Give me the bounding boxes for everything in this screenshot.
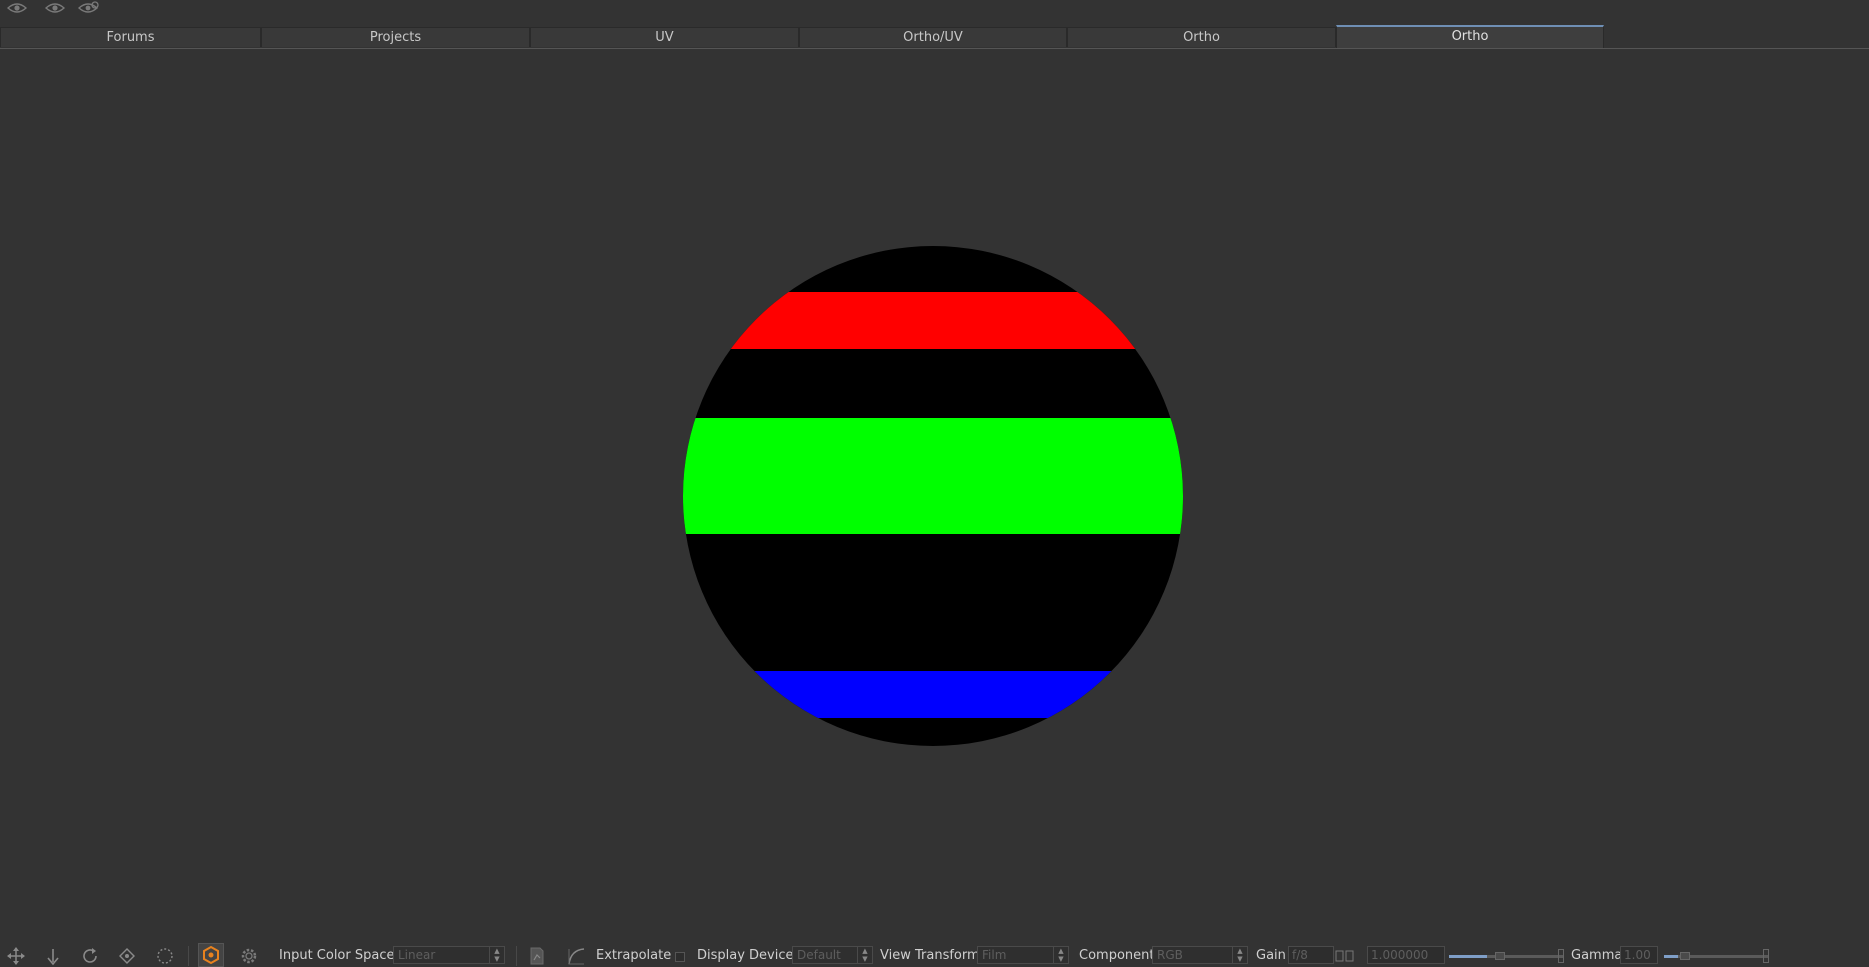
display-device-value: Default (797, 948, 841, 962)
tab-label: Ortho (1183, 30, 1220, 45)
bottom-toolbar: Input Color Space Linear ▲ ▼ Extrapolate … (0, 940, 1869, 967)
tab-forums[interactable]: Forums (0, 27, 261, 47)
gamma-slider[interactable] (1664, 947, 1769, 965)
display-device-label: Display Device (697, 948, 794, 963)
tab-ortho[interactable]: Ortho (1067, 27, 1336, 47)
green-band (683, 418, 1183, 534)
input-color-space-select[interactable]: Linear ▲ ▼ (393, 946, 505, 964)
gamma-slider-end-icon (1763, 949, 1769, 963)
gain-step-icon[interactable] (1335, 948, 1355, 964)
gamma-label: Gamma (1571, 948, 1623, 963)
viewport-canvas[interactable] (0, 49, 1869, 940)
input-color-space-value: Linear (398, 948, 436, 962)
component-value: RGB (1157, 948, 1183, 962)
gamma-slider-fill (1664, 955, 1678, 958)
move-icon[interactable] (4, 945, 28, 967)
gain-slider-end-icon (1558, 949, 1564, 963)
tab-ortho-active[interactable]: Ortho (1336, 25, 1604, 48)
hexagon-icon[interactable] (198, 943, 224, 967)
circle-select-icon[interactable] (153, 945, 177, 967)
extrapolate-checkbox[interactable] (675, 952, 685, 962)
red-band (683, 292, 1183, 349)
top-toolbar (0, 0, 1869, 25)
eye-icon[interactable] (43, 1, 67, 15)
gear-icon[interactable] (237, 945, 261, 967)
view-transform-select[interactable]: Film ▲ ▼ (977, 946, 1069, 964)
drop-icon[interactable] (41, 945, 65, 967)
scale-icon[interactable] (115, 945, 139, 967)
gamma-value-field[interactable]: 1.00 (1620, 946, 1658, 964)
rotate-icon[interactable] (78, 945, 102, 967)
app-window: Forums Projects UV Ortho/UV Ortho Ortho (0, 0, 1869, 967)
spin-arrows-icon: ▲ ▼ (1053, 947, 1068, 963)
extrapolate-label: Extrapolate (596, 948, 672, 963)
view-transform-label: View Transform (880, 948, 980, 963)
tab-bar: Forums Projects UV Ortho/UV Ortho Ortho (0, 25, 1869, 49)
view-transform-value: Film (982, 948, 1007, 962)
component-select[interactable]: RGB ▲ ▼ (1152, 946, 1248, 964)
display-device-select[interactable]: Default ▲ ▼ (792, 946, 873, 964)
input-color-space-label: Input Color Space (279, 948, 395, 963)
viewport[interactable] (0, 49, 1869, 940)
spin-arrows-icon: ▲ ▼ (489, 947, 504, 963)
tab-ortho-uv[interactable]: Ortho/UV (799, 27, 1067, 47)
gamma-slider-handle[interactable] (1680, 952, 1690, 960)
curve-icon[interactable] (564, 945, 588, 967)
spin-arrows-icon: ▲ ▼ (857, 947, 872, 963)
toolbar-separator (188, 946, 189, 966)
gain-slider-fill (1449, 955, 1487, 958)
tab-projects[interactable]: Projects (261, 27, 530, 47)
eye-gear-icon[interactable] (77, 1, 101, 15)
tab-label: Forums (106, 30, 155, 45)
toolbar-separator (516, 946, 517, 966)
tab-label: Ortho (1451, 29, 1489, 44)
tab-label: Projects (369, 30, 422, 45)
tab-uv[interactable]: UV (530, 27, 799, 47)
gain-value-field[interactable]: 1.000000 (1367, 946, 1445, 964)
component-label: Component (1079, 948, 1155, 963)
tab-label: Ortho/UV (903, 30, 963, 45)
gain-label: Gain (1256, 948, 1286, 963)
tab-label: UV (655, 30, 674, 45)
lut-file-icon[interactable] (525, 945, 549, 967)
eye-icon[interactable] (5, 1, 29, 15)
blue-band (683, 671, 1183, 718)
gain-slider[interactable] (1449, 947, 1564, 965)
gain-fstop-field[interactable]: f/8 (1288, 946, 1334, 964)
gain-slider-handle[interactable] (1495, 952, 1505, 960)
spin-arrows-icon: ▲ ▼ (1232, 947, 1247, 963)
